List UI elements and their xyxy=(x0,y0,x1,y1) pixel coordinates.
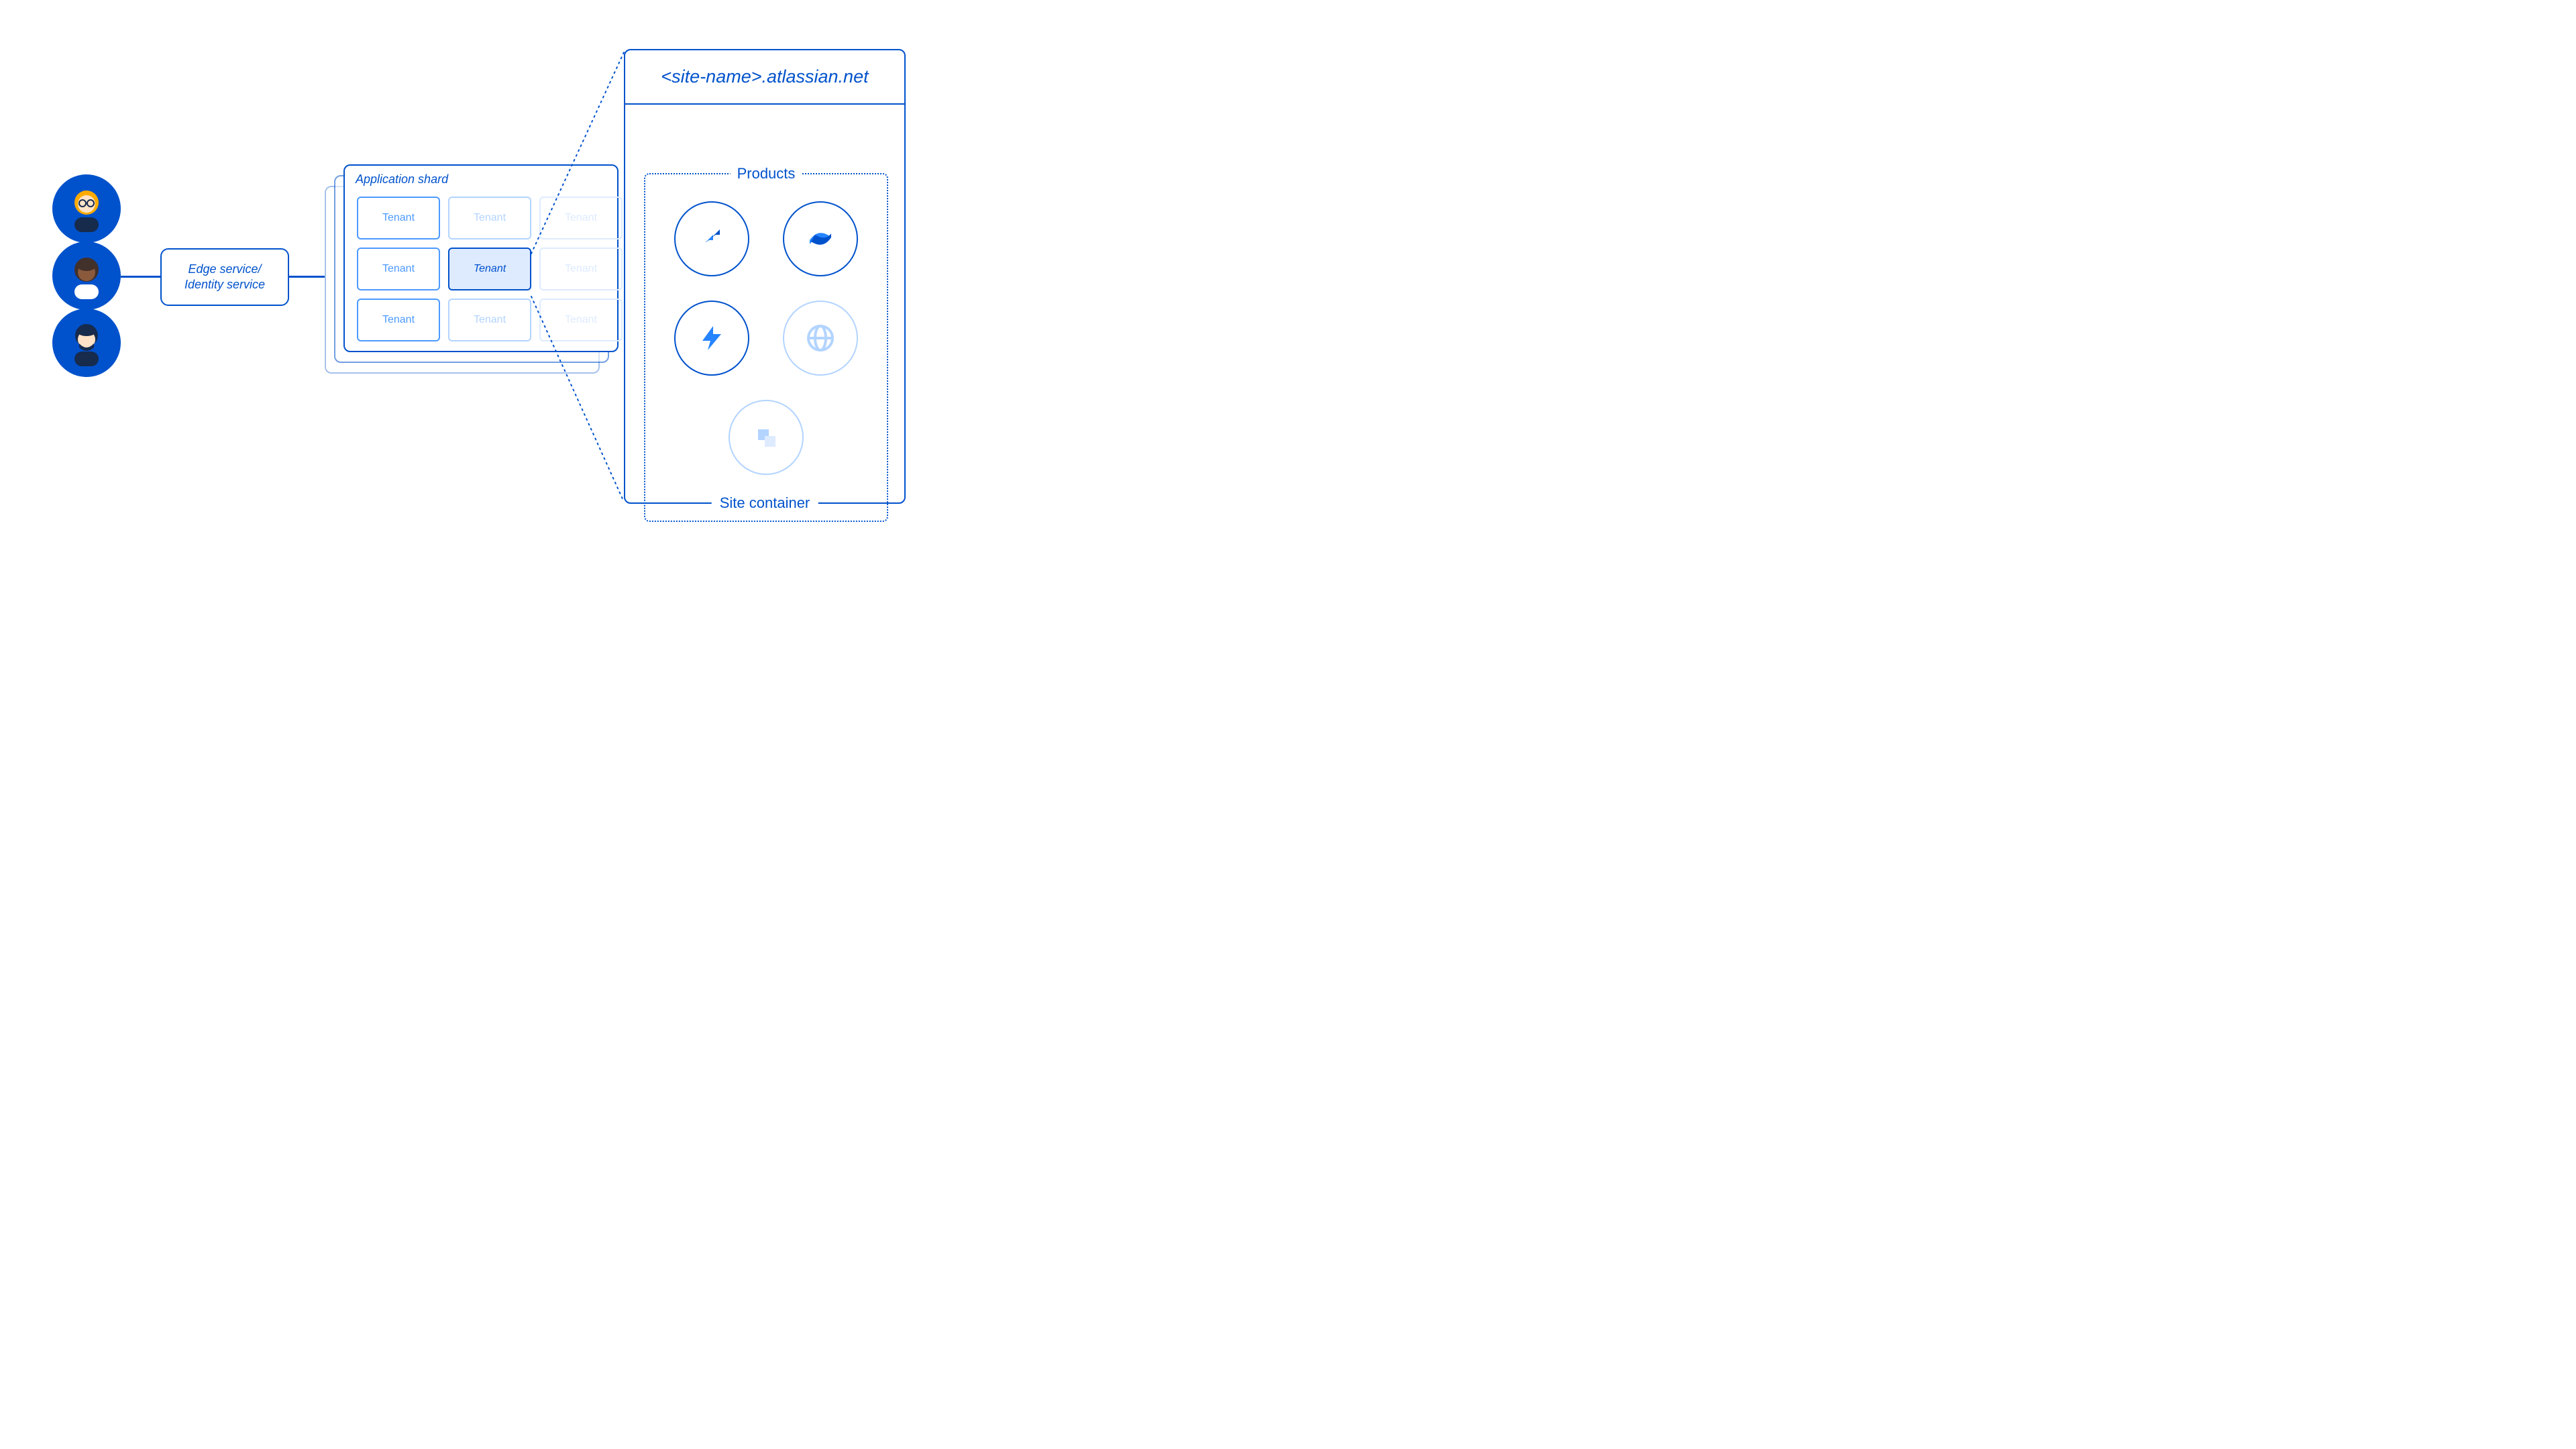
site-container-label: Site container xyxy=(712,494,818,512)
tenant-cell: Tenant xyxy=(539,248,623,290)
tenant-cell: Tenant xyxy=(539,299,623,341)
jira-software-icon xyxy=(674,201,749,276)
tenant-cell: Tenant xyxy=(357,248,440,290)
avatar-user-3 xyxy=(52,309,121,377)
user-avatars-group xyxy=(52,174,121,376)
edge-service-box: Edge service/ Identity service xyxy=(160,248,289,306)
tenant-cell: Tenant xyxy=(448,299,531,341)
site-url: <site-name>.atlassian.net xyxy=(625,50,904,105)
connector-avatars-to-edge xyxy=(121,276,161,278)
tenant-cell: Tenant xyxy=(357,299,440,341)
atlas-icon xyxy=(783,301,858,376)
shard-title: Application shard xyxy=(356,172,448,186)
avatar-user-2 xyxy=(52,241,121,310)
application-shard-stack: Application shard Tenant Tenant Tenant T… xyxy=(325,164,621,372)
products-label: Products xyxy=(731,165,802,182)
tenant-cell-highlighted: Tenant xyxy=(448,248,531,290)
connector-edge-to-shard xyxy=(289,276,325,278)
tenant-grid: Tenant Tenant Tenant Tenant Tenant Tenan… xyxy=(357,197,623,341)
tenant-cell: Tenant xyxy=(448,197,531,239)
jira-service-management-icon xyxy=(674,301,749,376)
product-grid xyxy=(645,201,887,475)
avatar-user-1 xyxy=(52,174,121,243)
shard-card-front: Application shard Tenant Tenant Tenant T… xyxy=(343,164,619,352)
confluence-icon xyxy=(783,201,858,276)
tenant-cell: Tenant xyxy=(539,197,623,239)
edge-service-label: Edge service/ Identity service xyxy=(184,262,265,293)
tenant-cell: Tenant xyxy=(357,197,440,239)
site-container-box: <site-name>.atlassian.net Products xyxy=(624,49,906,504)
products-box: Products xyxy=(644,173,888,522)
compass-icon xyxy=(729,400,804,475)
